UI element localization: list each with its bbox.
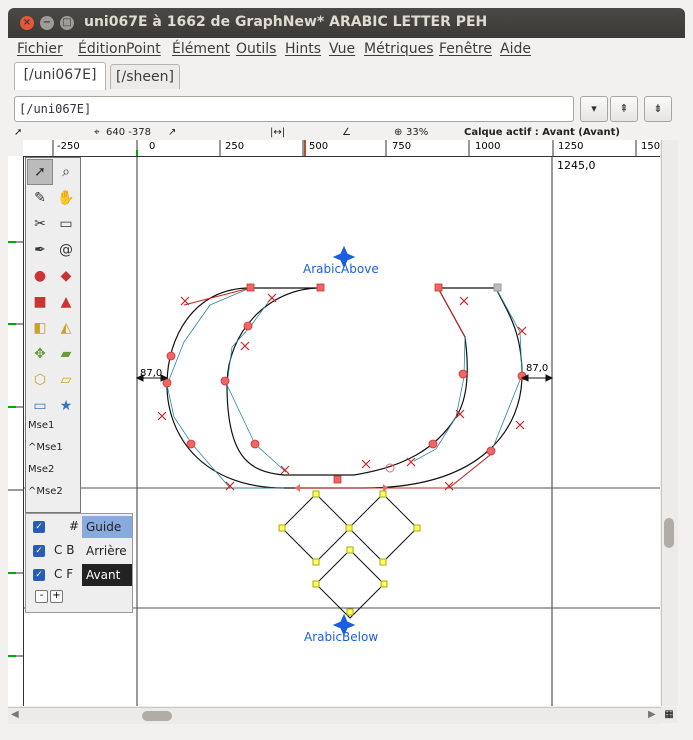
distance-icon: |↔|	[270, 127, 286, 138]
checkbox-icon[interactable]: ✓	[33, 569, 45, 581]
spiro-tool-icon[interactable]: @	[53, 237, 79, 263]
glyph-canvas[interactable]: 1245,0 ArabicAbove ArabicBelow 87,0 87,0	[24, 157, 660, 706]
layer-row-back[interactable]: ✓ C B Arrière	[26, 540, 132, 562]
curve-point-icon[interactable]: ●	[27, 263, 53, 289]
anchor-label-above[interactable]: ArabicAbove	[303, 262, 379, 276]
snap-icon: ↗	[168, 127, 177, 138]
rectangle-tool-icon[interactable]: ▭	[27, 393, 53, 419]
left-ruler-ticks	[8, 241, 23, 657]
checkbox-icon[interactable]: ✓	[33, 521, 45, 533]
glyph-path-field[interactable]: [/uni067E]	[14, 96, 574, 122]
layer-code: C B	[54, 543, 75, 557]
menu-vue[interactable]: Vue	[329, 41, 355, 57]
glyph-tabs: [/uni067E] [/sheen]	[8, 62, 685, 92]
ruler-label: 250	[225, 141, 245, 152]
position-icon: ⌖	[94, 127, 100, 138]
glyph-outline-drawing	[24, 157, 660, 706]
coords-readout: 640 -378	[106, 127, 151, 138]
tab-sheen[interactable]: [/sheen]	[110, 64, 180, 89]
perspective-tool-icon[interactable]: ▱	[53, 367, 79, 393]
layer-row-guide[interactable]: ✓ # Guide	[26, 516, 132, 538]
add-layer-button[interactable]: +	[50, 590, 63, 603]
menu-element[interactable]: Élément	[172, 41, 230, 57]
ruler-label: 1250	[558, 141, 584, 152]
layer-name[interactable]: Arrière	[82, 540, 132, 562]
mouse1-label: Mse1	[28, 420, 55, 431]
hand-tool-icon[interactable]: ✋	[53, 185, 79, 211]
layer-name[interactable]: Guide	[82, 516, 132, 538]
menu-point[interactable]: Point	[126, 41, 161, 57]
ruler-label: 0	[149, 141, 156, 152]
menu-bar: Fichier Édition Point Élément Outils Hin…	[8, 38, 685, 62]
layers-palette: ✓ # Guide ✓ C B Arrière ✓ C F Avant - +	[25, 513, 133, 613]
ruler-label: 1500	[641, 141, 660, 152]
active-layer-readout: Calque actif : Avant (Avant)	[464, 127, 620, 138]
top-ruler: -250 0 250 500 750 1000 1250 1500	[23, 140, 660, 157]
menu-fichier[interactable]: Fichier	[17, 41, 63, 57]
tangent-point-icon[interactable]: ▲	[53, 289, 79, 315]
ruler-label: 500	[309, 141, 329, 152]
3d-rotate-icon[interactable]: ⬡	[27, 367, 53, 393]
info-bar: ➚ ⌖ 640 -378 ↗ |↔| ∠ ⊕ 33% Calque actif …	[8, 126, 685, 140]
title-bar: × − □ uni067E à 1662 de GraphNew* ARABIC…	[8, 8, 685, 38]
layer-code: C F	[54, 567, 74, 581]
magnify-tool-icon[interactable]: ⌕	[53, 159, 79, 185]
checkbox-icon[interactable]: ✓	[33, 545, 45, 557]
scale-tool-icon[interactable]: ◧	[27, 315, 53, 341]
pointer-tool-icon[interactable]: ➚	[27, 159, 53, 185]
down-arrows-icon[interactable]: ⇟	[644, 96, 672, 122]
up-arrows-icon[interactable]: ⇞	[610, 96, 638, 122]
hvcurve-point-icon[interactable]: ◆	[53, 263, 79, 289]
rotate-tool-icon[interactable]: ✥	[27, 341, 53, 367]
resize-grip-icon[interactable]: ▦	[661, 707, 677, 723]
advance-width-readout: 1245,0	[557, 159, 596, 172]
angle-icon: ∠	[342, 127, 351, 138]
ruler-label: 1000	[475, 141, 501, 152]
layer-name[interactable]: Avant	[82, 564, 132, 586]
pointer-icon: ➚	[14, 127, 23, 138]
zoom-readout: 33%	[406, 127, 429, 138]
tab-uni067e[interactable]: [/uni067E]	[14, 62, 106, 90]
vertical-scrollbar[interactable]	[661, 140, 678, 706]
menu-metriques[interactable]: Métriques	[364, 41, 434, 57]
corner-point-icon[interactable]: ■	[27, 289, 53, 315]
mouse2-label: Mse2	[28, 464, 55, 475]
left-bearing-readout: 87,0	[140, 368, 163, 379]
layer-row-fore[interactable]: ✓ C F Avant	[26, 564, 132, 586]
menu-edition[interactable]: Édition	[78, 41, 126, 57]
pen-tool-icon[interactable]: ✒	[27, 237, 53, 263]
scroll-left-icon[interactable]: ◀	[11, 709, 19, 720]
left-ruler	[8, 156, 24, 706]
horizontal-scroll-thumb[interactable]	[142, 711, 172, 721]
tools-palette: ➚ ⌕ ✎ ✋ ✂ ▭ ✒ @ ● ◆ ■ ▲ ◧ ◭ ✥ ▰ ⬡ ▱ ▭ ★ …	[25, 157, 81, 513]
star-tool-icon[interactable]: ★	[53, 393, 79, 419]
scroll-right-icon[interactable]: ▶	[648, 709, 656, 720]
minimize-icon[interactable]: −	[40, 16, 54, 30]
close-icon[interactable]: ×	[20, 16, 34, 30]
remove-layer-button[interactable]: -	[35, 590, 48, 603]
maximize-icon[interactable]: □	[60, 16, 74, 30]
menu-aide[interactable]: Aide	[500, 41, 531, 57]
skew-tool-icon[interactable]: ▰	[53, 341, 79, 367]
vertical-scroll-thumb[interactable]	[664, 518, 674, 548]
pencil-tool-icon[interactable]: ✎	[27, 185, 53, 211]
layer-code: #	[69, 519, 80, 533]
window-title: uni067E à 1662 de GraphNew* ARABIC LETTE…	[84, 14, 488, 30]
menu-fenetre[interactable]: Fenêtre	[439, 41, 492, 57]
knife-tool-icon[interactable]: ✂	[27, 211, 53, 237]
ruler-label: -250	[57, 141, 80, 152]
anchor-label-below[interactable]: ArabicBelow	[304, 630, 378, 644]
app-window: × − □ uni067E à 1662 de GraphNew* ARABIC…	[0, 0, 693, 740]
ruler-tool-icon[interactable]: ▭	[53, 211, 79, 237]
chevron-down-icon[interactable]: ▾	[580, 96, 608, 122]
menu-hints[interactable]: Hints	[285, 41, 321, 57]
right-bearing-readout: 87,0	[526, 363, 549, 374]
zoom-icon: ⊕	[394, 127, 403, 138]
ctrl-mouse1-label: ^Mse1	[28, 442, 63, 453]
ruler-label: 750	[392, 141, 412, 152]
horizontal-scrollbar[interactable]: ◀ ▶	[8, 707, 661, 724]
menu-outils[interactable]: Outils	[236, 41, 276, 57]
ctrl-mouse2-label: ^Mse2	[28, 486, 63, 497]
flip-tool-icon[interactable]: ◭	[53, 315, 79, 341]
